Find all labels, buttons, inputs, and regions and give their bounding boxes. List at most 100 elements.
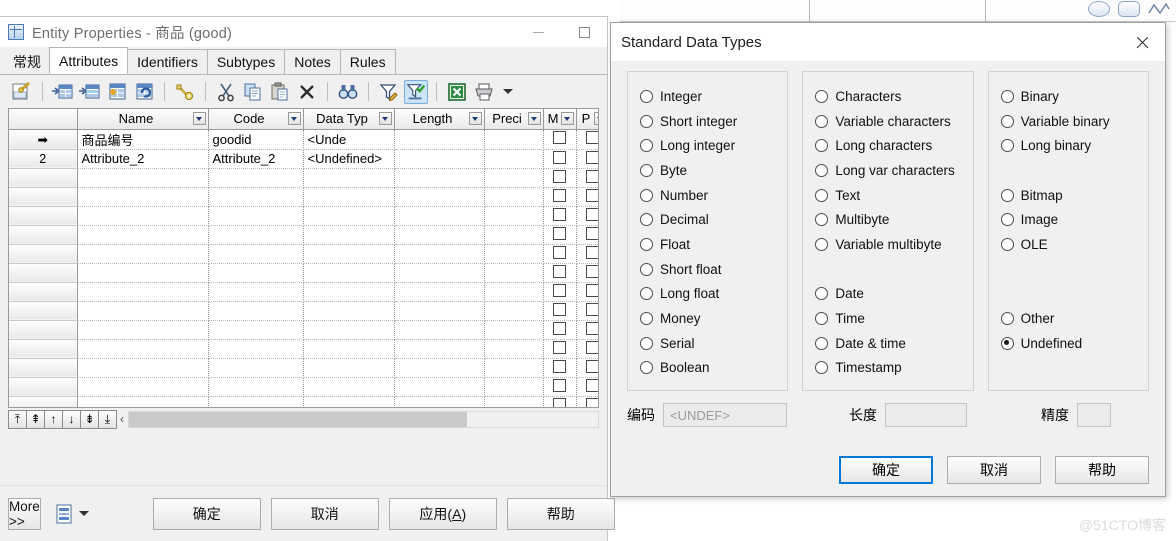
radio-option-text[interactable]: Text — [815, 183, 960, 208]
cell-checkbox[interactable] — [543, 225, 577, 245]
go-previous-icon[interactable]: ↑ — [44, 409, 63, 429]
cell-empty[interactable] — [77, 168, 209, 188]
radio-option-float[interactable]: Float — [640, 232, 775, 257]
radio-option-long-integer[interactable]: Long integer — [640, 133, 775, 158]
cell-empty[interactable] — [394, 206, 485, 226]
cell-empty[interactable] — [484, 377, 544, 397]
delete-icon[interactable] — [295, 80, 319, 104]
checkbox-icon[interactable] — [586, 131, 598, 144]
code-field[interactable]: <UNDEF> — [663, 403, 787, 428]
checkbox-icon[interactable] — [586, 169, 598, 183]
cut-icon[interactable] — [214, 80, 238, 104]
checkbox-icon[interactable] — [586, 188, 598, 202]
radio-option-number[interactable]: Number — [640, 183, 775, 208]
cell-empty[interactable] — [208, 320, 304, 340]
column-header-code[interactable]: Code — [208, 109, 304, 130]
column-header-name[interactable]: Name — [77, 109, 209, 130]
cell-length[interactable] — [394, 129, 485, 150]
toolbar-overflow-chevron-down-icon[interactable] — [503, 89, 513, 94]
cell-code[interactable]: goodid — [208, 129, 304, 150]
find-icon[interactable] — [336, 80, 360, 104]
cell-name[interactable]: Attribute_2 — [77, 149, 209, 169]
radio-option-long-float[interactable]: Long float — [640, 282, 775, 307]
maximize-button[interactable] — [561, 17, 607, 47]
cell-checkbox[interactable] — [576, 358, 598, 378]
checkbox-icon[interactable] — [586, 150, 598, 164]
cell-empty[interactable] — [77, 339, 209, 359]
table-row-empty[interactable] — [9, 168, 598, 188]
table-row[interactable]: 2 Attribute_2 Attribute_2 <Undefined> — [9, 149, 598, 169]
column-filter-length-chevron-down-icon[interactable] — [468, 112, 482, 126]
table-row-empty[interactable] — [9, 225, 598, 245]
column-header-precision[interactable]: Preci — [484, 109, 544, 130]
cell-checkbox[interactable] — [543, 320, 577, 340]
cell-empty[interactable] — [208, 396, 304, 407]
primary-key-icon[interactable] — [173, 80, 197, 104]
radio-option-characters[interactable]: Characters — [815, 84, 960, 109]
checkbox-icon[interactable] — [586, 359, 598, 373]
radio-option-boolean[interactable]: Boolean — [640, 356, 775, 381]
export-excel-icon[interactable] — [445, 80, 469, 104]
checkbox-icon[interactable] — [553, 321, 566, 335]
cell-checkbox[interactable] — [576, 168, 598, 188]
go-next-icon[interactable]: ↓ — [62, 409, 81, 429]
tab-subtypes[interactable]: Subtypes — [206, 49, 286, 74]
checkbox-icon[interactable] — [553, 302, 566, 316]
checkbox-icon[interactable] — [553, 150, 566, 164]
cell-checkbox[interactable] — [543, 358, 577, 378]
cell-empty[interactable] — [77, 244, 209, 264]
cell-empty[interactable] — [303, 320, 395, 340]
tab-attributes[interactable]: Attributes — [49, 47, 129, 74]
table-row-empty[interactable] — [9, 358, 598, 378]
length-field[interactable] — [885, 403, 967, 428]
cell-empty[interactable] — [303, 187, 395, 207]
radio-option-ole[interactable]: OLE — [1000, 232, 1136, 257]
cell-empty[interactable] — [484, 187, 544, 207]
table-row-empty[interactable] — [9, 244, 598, 264]
cell-empty[interactable] — [77, 206, 209, 226]
cell-empty[interactable] — [208, 358, 304, 378]
checkbox-icon[interactable] — [586, 378, 598, 392]
radio-option-long-binary[interactable]: Long binary — [1000, 133, 1136, 158]
go-first-icon[interactable]: ⤒ — [8, 409, 27, 429]
cell-checkbox[interactable] — [576, 320, 598, 340]
radio-option-decimal[interactable]: Decimal — [640, 207, 775, 232]
checkbox-icon[interactable] — [553, 188, 566, 202]
cell-checkbox[interactable] — [543, 263, 577, 283]
radio-option-other[interactable]: Other — [1000, 306, 1136, 331]
cell-empty[interactable] — [303, 377, 395, 397]
edit-filter-icon[interactable] — [377, 80, 401, 104]
cell-empty[interactable] — [208, 263, 304, 283]
dialog-help-button[interactable]: 帮助 — [1055, 456, 1149, 484]
add-row-icon[interactable] — [78, 80, 102, 104]
cell-checkbox[interactable] — [543, 339, 577, 359]
radio-option-date-time[interactable]: Date & time — [815, 331, 960, 356]
cell-empty[interactable] — [303, 168, 395, 188]
column-header-mandatory[interactable]: M — [543, 109, 577, 130]
cell-checkbox[interactable] — [576, 377, 598, 397]
checkbox-icon[interactable] — [586, 321, 598, 335]
cell-empty[interactable] — [484, 339, 544, 359]
cell-checkbox[interactable] — [576, 396, 598, 407]
column-filter-name-chevron-down-icon[interactable] — [192, 112, 206, 126]
cell-empty[interactable] — [208, 225, 304, 245]
cell-code[interactable]: Attribute_2 — [208, 149, 304, 169]
cell-empty[interactable] — [484, 263, 544, 283]
checkbox-icon[interactable] — [586, 340, 598, 354]
cell-empty[interactable] — [303, 225, 395, 245]
table-row-empty[interactable] — [9, 396, 598, 407]
cell-checkbox[interactable] — [543, 301, 577, 321]
cell-empty[interactable] — [484, 396, 544, 407]
cell-empty[interactable] — [77, 263, 209, 283]
cell-empty[interactable] — [394, 263, 485, 283]
cell-empty[interactable] — [208, 301, 304, 321]
checkbox-icon[interactable] — [586, 283, 598, 297]
cell-checkbox-m[interactable] — [543, 149, 577, 169]
radio-option-bitmap[interactable]: Bitmap — [1000, 183, 1136, 208]
cell-empty[interactable] — [303, 206, 395, 226]
table-row-empty[interactable] — [9, 282, 598, 302]
column-header-rownum[interactable] — [9, 109, 78, 130]
cell-empty[interactable] — [394, 377, 485, 397]
ok-button[interactable]: 确定 — [152, 497, 261, 530]
radio-option-short-integer[interactable]: Short integer — [640, 109, 775, 134]
